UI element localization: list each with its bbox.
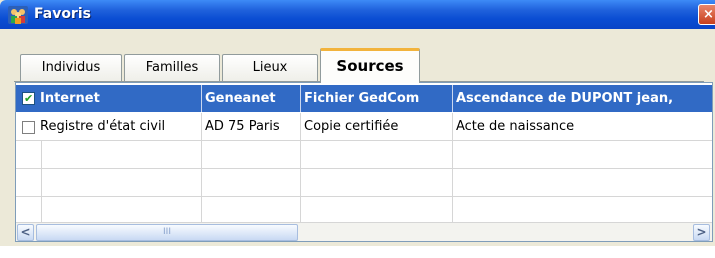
table-row[interactable] <box>16 197 712 225</box>
table-cell[interactable] <box>42 197 202 225</box>
tab-familles[interactable]: Familles <box>124 54 220 82</box>
column-header-label: Internet <box>40 91 100 106</box>
cell-text: Acte de naissance <box>456 119 575 134</box>
row-checkbox[interactable] <box>22 121 35 134</box>
table-cell[interactable] <box>453 197 712 225</box>
tab-sources[interactable]: Sources <box>320 48 420 83</box>
scroll-right-button[interactable]: > <box>693 224 710 241</box>
table-cell[interactable]: AD 75 Paris <box>202 113 301 141</box>
title-bar[interactable]: Favoris × <box>0 0 715 29</box>
table-cell[interactable] <box>301 197 453 225</box>
chevron-left-icon: < <box>20 225 31 239</box>
table-cell[interactable] <box>301 141 453 169</box>
table-cell[interactable] <box>16 197 42 225</box>
scroll-left-button[interactable]: < <box>17 224 34 241</box>
table-cell[interactable]: Acte de naissance <box>453 113 712 141</box>
column-header-internet[interactable]: ✔ Internet <box>16 85 202 112</box>
table-cell[interactable]: Registre d'état civil <box>16 113 202 141</box>
window-bottom-edge <box>0 246 715 258</box>
tab-lieux[interactable]: Lieux <box>222 54 318 82</box>
cell-text: AD 75 Paris <box>205 119 280 134</box>
chevron-right-icon: > <box>696 225 707 239</box>
favorites-grid[interactable]: ✔ Internet Geneanet Fichier GedCom Ascen… <box>15 82 713 242</box>
tab-label: Sources <box>336 57 404 75</box>
column-header-fichier-gedcom[interactable]: Fichier GedCom <box>301 85 453 112</box>
column-header-label: Fichier GedCom <box>304 91 420 106</box>
close-icon: × <box>703 7 714 22</box>
grid-header: ✔ Internet Geneanet Fichier GedCom Ascen… <box>16 85 712 112</box>
tab-label: Familles <box>145 60 199 75</box>
window-title: Favoris <box>34 6 91 22</box>
favoris-window: Favoris × Individus Familles Lieux Sourc… <box>0 0 715 258</box>
table-cell[interactable] <box>301 169 453 197</box>
select-all-checkbox[interactable]: ✔ <box>22 92 35 105</box>
tab-bar: Individus Familles Lieux Sources <box>14 48 704 83</box>
table-cell[interactable] <box>202 169 301 197</box>
table-cell[interactable] <box>453 141 712 169</box>
tab-individus[interactable]: Individus <box>20 54 122 82</box>
column-header-label: Ascendance de DUPONT jean, <box>456 91 674 106</box>
table-cell[interactable] <box>16 169 42 197</box>
column-header-label: Geneanet <box>205 91 276 106</box>
table-cell[interactable] <box>42 169 202 197</box>
cell-text: Registre d'état civil <box>40 119 166 134</box>
people-group-icon <box>8 6 28 24</box>
table-cell[interactable] <box>16 141 42 169</box>
table-cell[interactable] <box>202 141 301 169</box>
horizontal-scrollbar[interactable]: < III > <box>16 222 712 241</box>
column-header-ascendance[interactable]: Ascendance de DUPONT jean, <box>453 85 712 112</box>
close-button[interactable]: × <box>698 4 715 25</box>
table-cell[interactable] <box>453 169 712 197</box>
table-row[interactable]: Registre d'état civil AD 75 Paris Copie … <box>16 113 712 141</box>
table-cell[interactable]: Copie certifiée <box>301 113 453 141</box>
column-header-geneanet[interactable]: Geneanet <box>202 85 301 112</box>
scrollbar-thumb[interactable]: III <box>36 224 298 241</box>
cell-text: Copie certifiée <box>304 119 399 134</box>
table-row[interactable] <box>16 169 712 197</box>
check-icon: ✔ <box>24 92 34 105</box>
table-row[interactable] <box>16 141 712 169</box>
table-cell[interactable] <box>42 141 202 169</box>
table-cell[interactable] <box>202 197 301 225</box>
tab-label: Lieux <box>252 60 288 75</box>
tab-label: Individus <box>41 60 101 75</box>
grip-icon: III <box>163 227 171 237</box>
